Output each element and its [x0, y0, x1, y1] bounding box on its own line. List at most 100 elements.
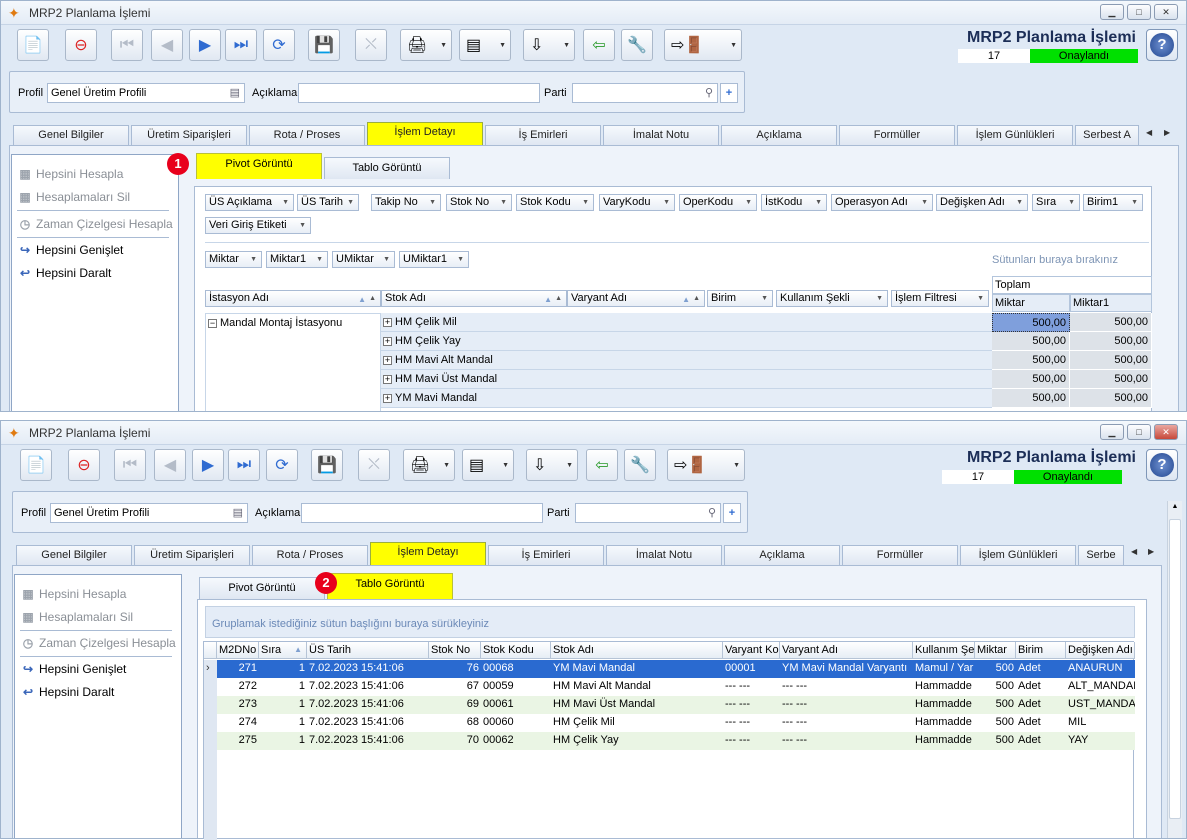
table-row[interactable]: 275 1 7.02.2023 15:41:06 70 00062 HM Çel… — [204, 732, 1135, 750]
tab-aciklama[interactable]: Açıklama — [724, 545, 840, 565]
filter-field[interactable]: Değişken Adı ▼ — [936, 194, 1028, 211]
add-parti-button[interactable]: + — [720, 83, 738, 103]
delete-doc-icon[interactable]: ⊖ — [68, 449, 100, 481]
filter-field[interactable]: Stok Kodu ▼ — [516, 194, 594, 211]
tab-islem-gunlukleri[interactable]: İşlem Günlükleri — [960, 545, 1076, 565]
filter-field[interactable]: Stok No ▼ — [446, 194, 512, 211]
tab-is-emirleri[interactable]: İş Emirleri — [485, 125, 601, 145]
last-record-icon[interactable]: ⏭ — [225, 29, 257, 61]
tab-serbest[interactable]: Serbe — [1078, 545, 1124, 565]
pivot-row[interactable]: + HM Çelik Yay — [381, 332, 992, 351]
column-header[interactable]: Stok No — [429, 642, 481, 659]
hepsini-genislet-button[interactable]: ↪ Hepsini Genişlet — [21, 662, 126, 676]
tab-aciklama[interactable]: Açıklama — [721, 125, 837, 145]
maximize-button[interactable]: □ — [1127, 424, 1151, 440]
filter-field[interactable]: Birim1 ▼ — [1083, 194, 1143, 211]
close-button[interactable]: ✕ — [1154, 424, 1178, 440]
profil-field[interactable]: Genel Üretim Profili ▤ — [47, 83, 245, 103]
import-icon[interactable]: ⇩ ▼ — [523, 29, 575, 61]
tab-scroll-right-icon[interactable]: ▶ — [1148, 547, 1154, 556]
tab-genel-bilgiler[interactable]: Genel Bilgiler — [16, 545, 132, 565]
tab-scroll-left-icon[interactable]: ◀ — [1131, 547, 1137, 556]
table-row[interactable]: › 271 1 7.02.2023 15:41:06 76 00068 YM M… — [204, 660, 1135, 678]
new-doc-icon[interactable]: 📄 — [17, 29, 49, 61]
filter-field[interactable]: Veri Giriş Etiketi ▼ — [205, 217, 311, 234]
subtab-tablo[interactable]: Tablo Görüntü — [324, 157, 450, 179]
print-icon[interactable]: 🖨 ▼ — [403, 449, 455, 481]
tab-rota-proses[interactable]: Rota / Proses — [249, 125, 365, 145]
first-record-icon[interactable]: ⏮ — [114, 449, 146, 481]
value-cell[interactable]: 500,00 — [992, 389, 1070, 408]
refresh-icon[interactable]: ⟳ — [263, 29, 295, 61]
filter-field[interactable]: Operasyon Adı ▼ — [831, 194, 933, 211]
close-button[interactable]: ✕ — [1154, 4, 1178, 20]
refresh-icon[interactable]: ⟳ — [266, 449, 298, 481]
column-header[interactable]: Varyant Adı — [780, 642, 913, 659]
zaman-cizelgesi-button[interactable]: ◷ Zaman Çizelgesi Hesapla — [18, 217, 173, 231]
value-cell[interactable]: 500,00 — [992, 313, 1070, 332]
hesaplamalari-sil-button[interactable]: ▦ Hesaplamaları Sil — [21, 610, 133, 624]
add-parti-button[interactable]: + — [723, 503, 741, 523]
tab-islem-detayi[interactable]: İşlem Detayı — [367, 122, 483, 145]
prev-record-icon[interactable]: ◀ — [154, 449, 186, 481]
column-header[interactable]: Stok Adı — [551, 642, 723, 659]
hesaplamalari-sil-button[interactable]: ▦ Hesaplamaları Sil — [18, 190, 130, 204]
tab-serbest[interactable]: Serbest A — [1075, 125, 1139, 145]
tab-scroll-left-icon[interactable]: ◀ — [1146, 128, 1152, 137]
tab-uretim-siparisleri[interactable]: Üretim Siparişleri — [134, 545, 250, 565]
filter-field[interactable]: Sıra ▼ — [1032, 194, 1080, 211]
row-field-header[interactable]: Varyant Adı ▲ ▲ — [567, 290, 705, 307]
tools-icon[interactable]: 🔧 — [624, 449, 656, 481]
hepsini-daralt-button[interactable]: ↩ Hepsini Daralt — [21, 685, 114, 699]
value-cell[interactable]: 500,00 — [1070, 351, 1152, 370]
subtab-pivot[interactable]: Pivot Görüntü — [199, 577, 325, 599]
save-icon[interactable]: 💾 — [311, 449, 343, 481]
hepsini-hesapla-button[interactable]: ▦ Hepsini Hesapla — [18, 167, 123, 181]
aciklama-field[interactable] — [298, 83, 540, 103]
column-header[interactable]: Stok Kodu — [481, 642, 551, 659]
minimize-button[interactable]: ▁ — [1100, 424, 1124, 440]
parti-field[interactable]: ⚲ — [575, 503, 721, 523]
import-icon[interactable]: ⇩ ▼ — [526, 449, 578, 481]
back-icon[interactable]: ⇦ — [583, 29, 615, 61]
profil-field[interactable]: Genel Üretim Profili ▤ — [50, 503, 248, 523]
first-record-icon[interactable]: ⏮ — [111, 29, 143, 61]
column-header[interactable]: Sıra ▲ — [259, 642, 307, 659]
value-cell[interactable]: 500,00 — [1070, 389, 1152, 408]
pivot-row[interactable]: + HM Çelik Mil — [381, 313, 992, 332]
tab-imalat-notu[interactable]: İmalat Notu — [603, 125, 719, 145]
value-header[interactable]: Miktar — [992, 294, 1070, 312]
save-icon[interactable]: 💾 — [308, 29, 340, 61]
data-field[interactable]: Miktar1 ▼ — [266, 251, 328, 268]
tab-uretim-siparisleri[interactable]: Üretim Siparişleri — [131, 125, 247, 145]
table-row[interactable]: 273 1 7.02.2023 15:41:06 69 00061 HM Mav… — [204, 696, 1135, 714]
filter-field[interactable]: OperKodu ▼ — [679, 194, 757, 211]
aciklama-field[interactable] — [301, 503, 543, 523]
value-cell[interactable]: 500,00 — [1070, 332, 1152, 351]
cancel-save-icon[interactable]: ⛌ — [358, 449, 390, 481]
pivot-row[interactable]: + HM Mavi Üst Mandal — [381, 370, 992, 389]
pivot-row[interactable]: + YM Mavi Mandal — [381, 389, 992, 408]
filter-field[interactable]: Takip No ▼ — [371, 194, 441, 211]
station-cell[interactable]: − Mandal Montaj İstasyonu — [205, 313, 381, 411]
help-button[interactable]: ? — [1146, 29, 1178, 61]
prev-record-icon[interactable]: ◀ — [151, 29, 183, 61]
row-field-header[interactable]: Stok Adı ▲ ▲ — [381, 290, 567, 307]
value-cell[interactable]: 500,00 — [992, 351, 1070, 370]
table-row[interactable]: 274 1 7.02.2023 15:41:06 68 00060 HM Çel… — [204, 714, 1135, 732]
tab-scroll-right-icon[interactable]: ▶ — [1164, 128, 1170, 137]
tab-islem-detayi[interactable]: İşlem Detayı — [370, 542, 486, 565]
help-button[interactable]: ? — [1146, 449, 1178, 481]
filter-field[interactable]: İstKodu ▼ — [761, 194, 827, 211]
tab-rota-proses[interactable]: Rota / Proses — [252, 545, 368, 565]
hepsini-hesapla-button[interactable]: ▦ Hepsini Hesapla — [21, 587, 126, 601]
maximize-button[interactable]: □ — [1127, 4, 1151, 20]
column-header[interactable]: M2DNo — [217, 642, 259, 659]
pdf-export-icon[interactable]: ▤ ▼ — [462, 449, 514, 481]
subtab-pivot[interactable]: Pivot Görüntü — [196, 153, 322, 179]
tab-islem-gunlukleri[interactable]: İşlem Günlükleri — [957, 125, 1073, 145]
filter-field[interactable]: VaryKodu ▼ — [599, 194, 675, 211]
back-icon[interactable]: ⇦ — [586, 449, 618, 481]
column-header[interactable]: Kullanım Şek — [913, 642, 975, 659]
value-cell[interactable]: 500,00 — [1070, 313, 1152, 332]
